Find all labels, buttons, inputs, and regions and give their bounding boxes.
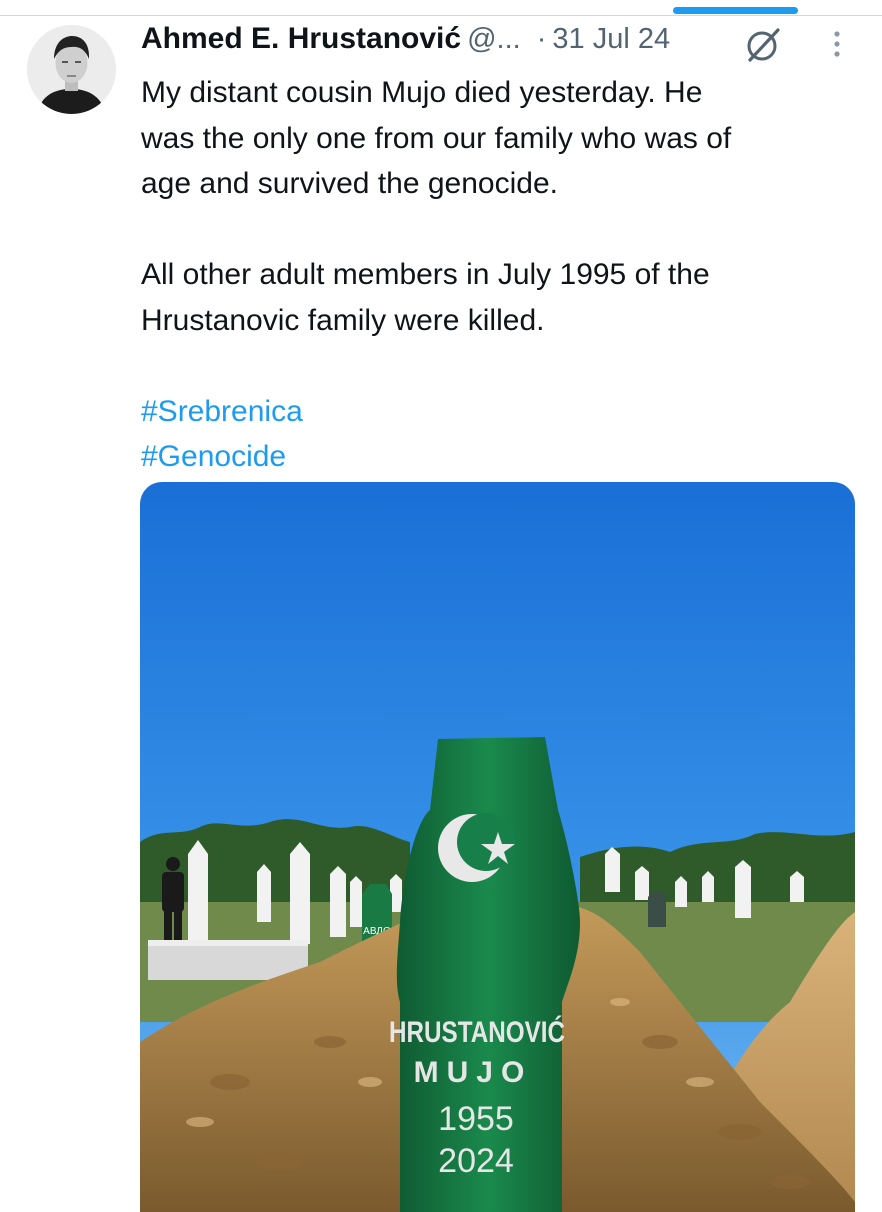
author-name[interactable]: Ahmed E. Hrustanović <box>141 22 461 55</box>
gravestone-surname: HRUSTANOVIĆ <box>389 1015 565 1049</box>
gravestone-death-year: 2024 <box>438 1142 514 1180</box>
tweet-date[interactable]: 31 Jul 24 <box>552 23 670 55</box>
tab-active-indicator <box>673 7 798 14</box>
hashtag-srebrenica[interactable]: #Srebrenica <box>141 389 861 435</box>
avatar[interactable] <box>27 25 116 114</box>
tweet-text-line: age and survived the genocide. <box>141 167 558 200</box>
avatar-photo <box>27 25 116 114</box>
separator-dot: · <box>536 23 547 55</box>
top-divider <box>0 15 882 16</box>
gravestone-birth-year: 1955 <box>438 1100 514 1138</box>
tweet-text-line: was the only one from our family who was… <box>141 121 732 155</box>
tweet-header: Ahmed E. Hrustanović @... · 31 Jul 24 <box>141 22 670 62</box>
tweet-media-photo[interactable]: АВДО HRUSTANOVIĆ MUJO 1955 2024 <box>140 482 855 1212</box>
tweet-text-line: All other adult members in July 1995 of … <box>141 258 710 291</box>
gravestone-first-name: MUJO <box>414 1056 533 1089</box>
tweet-text-line: Hrustanovic family were killed. <box>141 303 545 337</box>
tweet-text-line: My distant cousin Mujo died yesterday. H… <box>141 76 703 109</box>
tweet-text: My distant cousin Mujo died yesterday. H… <box>141 70 861 480</box>
hashtag-genocide[interactable]: #Genocide <box>141 434 861 480</box>
more-options-icon[interactable] <box>824 28 850 62</box>
grok-icon[interactable] <box>744 26 782 64</box>
author-handle[interactable]: @... <box>467 23 521 55</box>
